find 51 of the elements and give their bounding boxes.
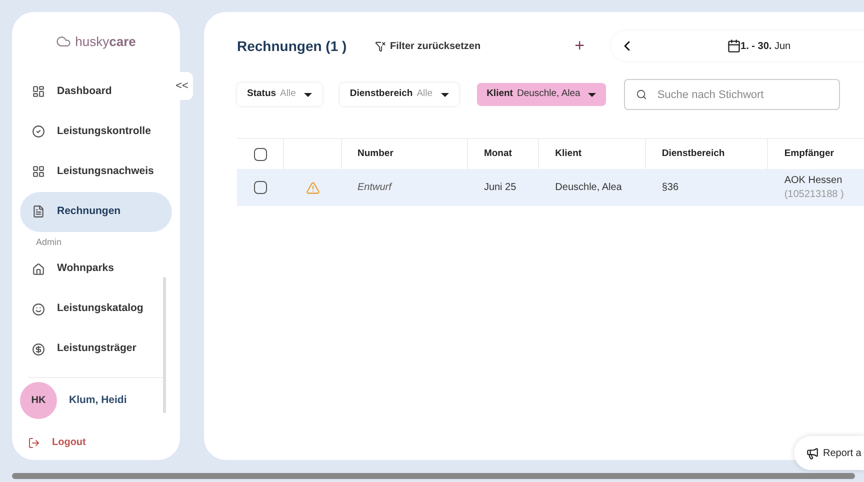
page-title: Rechnungen (1 ): [237, 36, 348, 56]
column-header: Monat: [484, 146, 512, 161]
nav-item[interactable]: Leistungsnachweis: [20, 152, 172, 192]
filter-dropdown[interactable]: Dienstbereich Alle: [340, 83, 459, 106]
nav-item[interactable]: Rechnungen: [20, 192, 172, 232]
table-row[interactable]: Entwurf Juni 25 Deuschle, Alea §36 AOK Hessen (105213188 ): [237, 169, 864, 206]
nav-item[interactable]: Dashboard: [20, 72, 172, 112]
reset-filter-button[interactable]: Filter zurücksetzen: [375, 38, 481, 54]
add-button[interactable]: +: [574, 33, 585, 59]
nav-item[interactable]: Leistungskontrolle: [20, 112, 172, 152]
dashboard-icon: [32, 85, 45, 98]
calendar-icon: [726, 39, 741, 53]
table-cell: §36: [662, 182, 679, 193]
user-name: Klum, Heidi: [69, 392, 127, 408]
grid-icon: [32, 165, 45, 178]
brand-logo: huskycare: [75, 33, 136, 51]
column-header: Empfänger: [784, 146, 834, 161]
search-icon: [636, 89, 648, 100]
table-cell: Juni 25: [484, 182, 516, 193]
column-header: Number: [358, 146, 394, 161]
megaphone-icon: [806, 446, 819, 460]
table-cell: Entwurf: [358, 182, 392, 193]
nav-item[interactable]: Leistungskatalog: [20, 289, 172, 329]
document-icon: [32, 205, 45, 218]
logo-icon: [56, 34, 72, 50]
row-checkbox[interactable]: [254, 181, 268, 194]
filter-dropdown[interactable]: Klient Deuschle, Alea: [476, 83, 606, 106]
user-avatar: HK: [20, 382, 57, 419]
logout-icon: [28, 436, 40, 448]
nav-item[interactable]: Wohnparks: [20, 249, 172, 289]
section-label: Admin: [35, 236, 63, 248]
smiley-icon: [32, 302, 45, 316]
house-icon: [32, 262, 45, 276]
nav-item[interactable]: Leistungsträger: [20, 329, 172, 369]
date-range[interactable]: 1. - 30. Jun: [726, 38, 791, 54]
column-header: Klient: [555, 146, 582, 161]
check-circle-icon: [32, 125, 45, 138]
report-button[interactable]: Report a: [794, 436, 864, 470]
table-cell: Deuschle, Alea: [555, 182, 622, 193]
caret-icon: [304, 92, 312, 96]
filter-clear-icon: [375, 40, 386, 52]
column-header: Dienstbereich: [662, 146, 725, 161]
search-field[interactable]: Suche nach Stichwort: [624, 79, 840, 110]
caret-icon: [588, 92, 596, 96]
filter-dropdown[interactable]: Status Alle: [237, 83, 322, 106]
logout-link[interactable]: Logout: [20, 435, 172, 450]
recipient-id: (105213188 ): [784, 188, 845, 202]
select-all-checkbox[interactable]: [254, 148, 267, 160]
dollar-icon: [32, 342, 45, 356]
table-cell-text: AOK Hessen: [784, 174, 844, 188]
caret-icon: [440, 92, 449, 96]
